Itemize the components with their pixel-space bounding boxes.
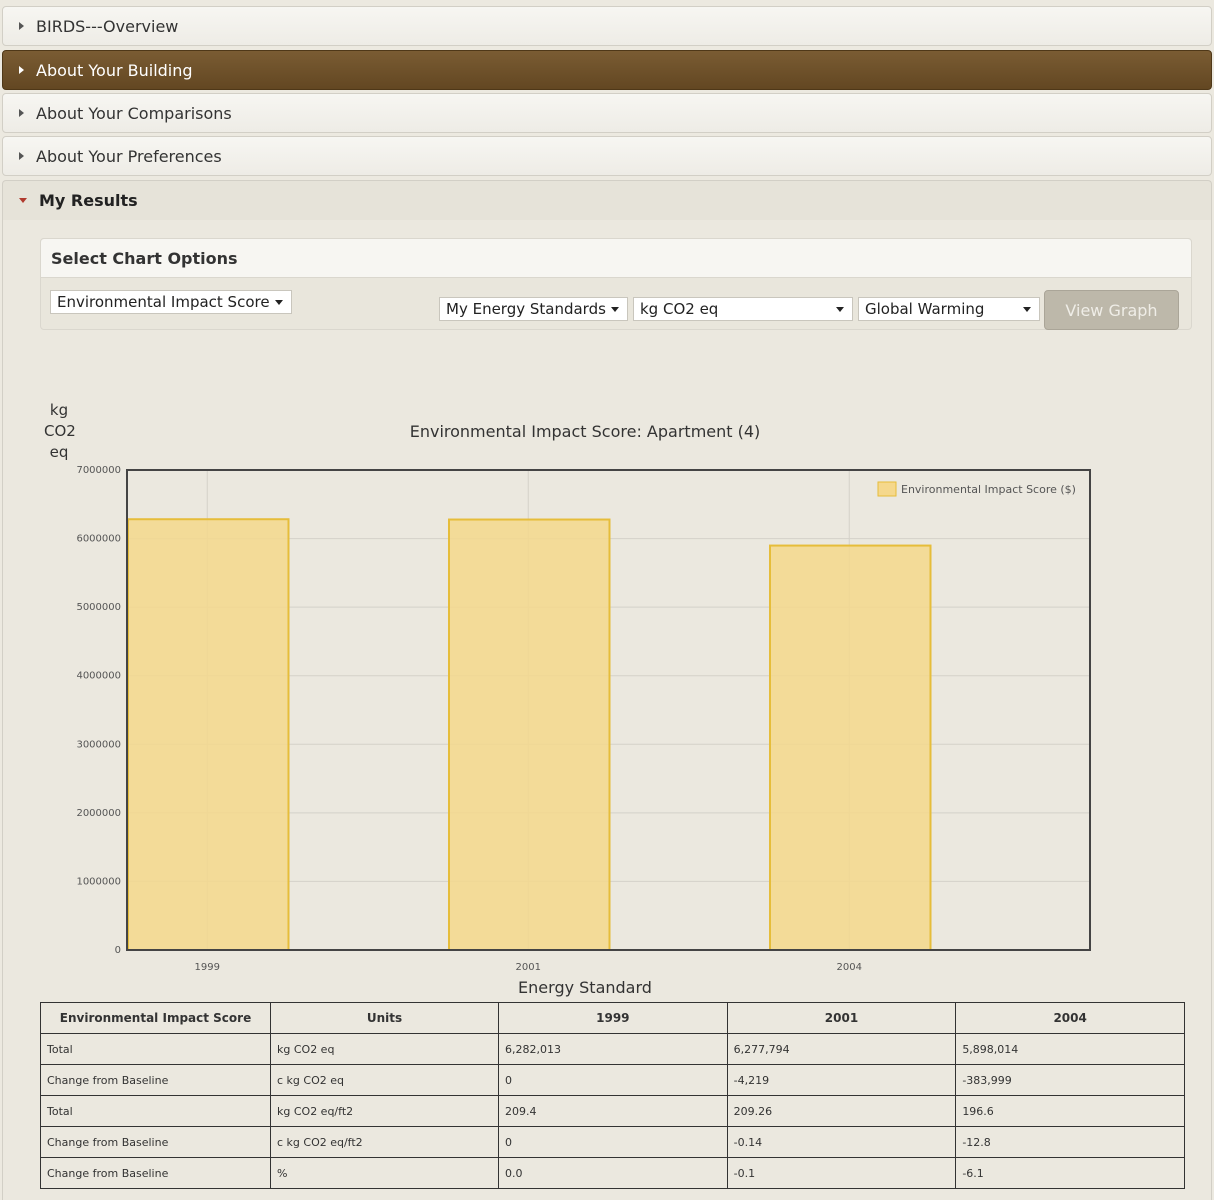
table-header-row: Environmental Impact Score Units 1999 20…	[40, 1002, 1185, 1034]
table-cell: c kg CO2 eq	[270, 1064, 499, 1096]
legend-label: Environmental Impact Score ($)	[901, 483, 1076, 496]
y-tick-label: 4000000	[76, 671, 121, 682]
table-cell: 209.4	[498, 1095, 728, 1127]
table-cell: -0.1	[726, 1157, 957, 1189]
x-tick-label: 2004	[837, 962, 862, 973]
table-header: Environmental Impact Score	[40, 1002, 271, 1034]
table-cell: Change from Baseline	[40, 1157, 271, 1189]
table-cell: Total	[40, 1095, 271, 1127]
bar	[127, 518, 290, 951]
y-tick-label: 0	[115, 945, 121, 956]
y-tick-label: 1000000	[76, 876, 121, 887]
legend-swatch	[877, 481, 897, 497]
table-row: Total kg CO2 eq/ft2 209.4 209.26 196.6	[40, 1095, 1185, 1127]
table-row: Change from Baseline c kg CO2 eq 0 -4,21…	[40, 1064, 1185, 1096]
table-row: Change from Baseline % 0.0 -0.1 -6.1	[40, 1157, 1185, 1189]
table-header: 2004	[955, 1002, 1185, 1034]
table-cell: Change from Baseline	[40, 1064, 271, 1096]
table-cell: %	[270, 1157, 499, 1189]
bar	[769, 544, 932, 951]
table-cell: c kg CO2 eq/ft2	[270, 1126, 499, 1158]
table-cell: 0	[498, 1126, 728, 1158]
table-cell: 0.0	[498, 1157, 728, 1189]
table-cell: Change from Baseline	[40, 1126, 271, 1158]
table-cell: 6,282,013	[498, 1033, 728, 1065]
y-tick-label: 3000000	[76, 739, 121, 750]
table-cell: kg CO2 eq/ft2	[270, 1095, 499, 1127]
table-cell: -383,999	[955, 1064, 1185, 1096]
table-cell: 0	[498, 1064, 728, 1096]
table-header: Units	[270, 1002, 499, 1034]
x-tick-label: 2001	[516, 962, 541, 973]
table-cell: -4,219	[726, 1064, 957, 1096]
y-tick-label: 2000000	[76, 808, 121, 819]
table-cell: kg CO2 eq	[270, 1033, 499, 1065]
table-cell: 5,898,014	[955, 1033, 1185, 1065]
table-cell: 6,277,794	[726, 1033, 957, 1065]
chart-x-axis-label: Energy Standard	[518, 978, 652, 997]
table-row: Total kg CO2 eq 6,282,013 6,277,794 5,89…	[40, 1033, 1185, 1065]
y-tick-label: 6000000	[76, 534, 121, 545]
bar	[448, 518, 611, 951]
table-row: Change from Baseline c kg CO2 eq/ft2 0 -…	[40, 1126, 1185, 1158]
y-tick-label: 5000000	[76, 602, 121, 613]
table-cell: 196.6	[955, 1095, 1185, 1127]
table-cell: 209.26	[726, 1095, 957, 1127]
results-table: Environmental Impact Score Units 1999 20…	[40, 1002, 1185, 1189]
table-cell: -0.14	[726, 1126, 957, 1158]
table-header: 1999	[498, 1002, 728, 1034]
bar-chart: 0 1000000 2000000 3000000 4000000 5000000 6000…	[76, 465, 1091, 973]
table-cell: Total	[40, 1033, 271, 1065]
table-cell: -6.1	[955, 1157, 1185, 1189]
y-tick-label: 7000000	[76, 465, 121, 476]
table-cell: -12.8	[955, 1126, 1185, 1158]
x-tick-label: 1999	[195, 962, 220, 973]
table-header: 2001	[726, 1002, 957, 1034]
